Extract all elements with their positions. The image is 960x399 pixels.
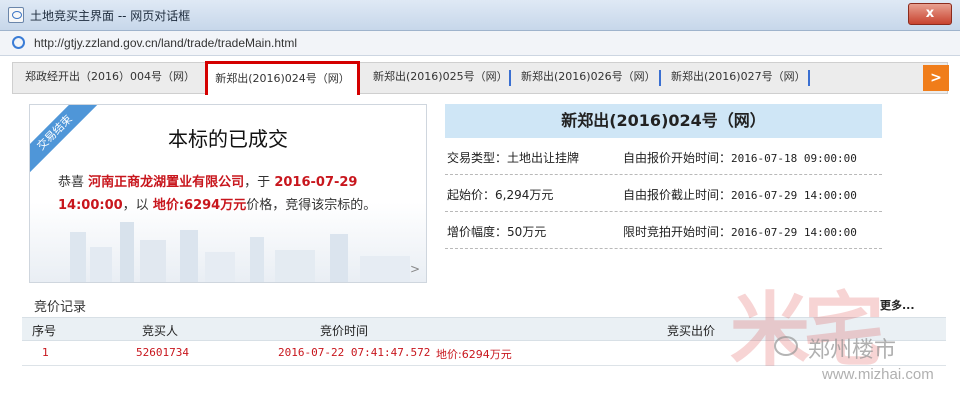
- result-panel: 交易结束 本标的已成交 恭喜 河南正商龙湖置业有限公司，于 2016-07-29…: [29, 104, 427, 283]
- dialog-title: 土地竞买主界面 -- 网页对话框: [30, 9, 191, 23]
- message-prefix: 恭喜: [58, 175, 85, 190]
- parcel-title: 新郑出(2016)024号（网）: [445, 104, 882, 138]
- field-value: 2016-07-18 09:00:00: [731, 152, 857, 165]
- bid-records-title: 竞价记录: [34, 300, 87, 315]
- tab-xinzheng-026[interactable]: 新郑出(2016)026号（网）: [521, 63, 656, 93]
- tab-xinzheng-024[interactable]: 新郑出(2016)024号（网）: [205, 61, 360, 95]
- field-value: 2016-07-29 14:00:00: [731, 189, 857, 202]
- field-value: 2016-07-29 14:00:00: [731, 226, 857, 239]
- bid-table-header: 序号 竞买人 竞价时间 竞买出价: [22, 317, 946, 341]
- col-no: 序号: [32, 324, 57, 338]
- divider: [22, 365, 946, 366]
- info-row: 增价幅度：50万元 限时竞拍开始时间：2016-07-29 14:00:00: [445, 212, 882, 249]
- field-label: 自由报价开始时间：: [623, 151, 732, 165]
- message-mid2: ，以: [122, 198, 149, 213]
- url-text[interactable]: http://gtjy.zzland.gov.cn/land/trade/tra…: [34, 36, 297, 50]
- price-increment: 增价幅度：50万元: [447, 225, 547, 239]
- tab-xinzheng-025[interactable]: 新郑出(2016)025号（网）: [373, 63, 508, 93]
- bid-bidder: 52601734: [136, 346, 189, 359]
- more-link[interactable]: 更多...: [880, 297, 915, 313]
- tab-strip: 郑政经开出（2016）004号（网） 新郑出(2016)024号（网） 新郑出(…: [12, 61, 949, 95]
- free-quote-end: 自由报价截止时间：2016-07-29 14:00:00: [623, 186, 857, 203]
- tab-xinzheng-027[interactable]: 新郑出(2016)027号（网）: [671, 63, 806, 93]
- trade-type: 交易类型：土地出让挂牌: [447, 151, 580, 165]
- next-tabs-button[interactable]: >: [923, 65, 949, 91]
- deal-price: 地价:6294万元: [152, 198, 247, 213]
- skyline-graphic: [70, 222, 410, 282]
- bid-no: 1: [42, 346, 49, 359]
- tab-zhengzhengjingkai-004[interactable]: 郑政经开出（2016）004号（网）: [25, 63, 195, 93]
- tab-divider: [808, 70, 810, 86]
- page-icon: [8, 7, 24, 23]
- timed-auction-start: 限时竞拍开始时间：2016-07-29 14:00:00: [623, 223, 857, 240]
- col-bid-price: 竞买出价: [667, 324, 716, 338]
- result-message: 恭喜 河南正商龙湖置业有限公司，于 2016-07-29 14:00:00，以 …: [58, 171, 403, 217]
- bid-time: 2016-07-22 07:41:47.572: [278, 346, 431, 359]
- col-bid-time: 竞价时间: [320, 324, 369, 338]
- info-row: 交易类型：土地出让挂牌 自由报价开始时间：2016-07-18 09:00:00: [445, 138, 882, 175]
- winner-company: 河南正商龙湖置业有限公司: [88, 175, 245, 190]
- message-suffix: 价格，竞得该宗标的。: [246, 198, 377, 213]
- free-quote-start: 自由报价开始时间：2016-07-18 09:00:00: [623, 149, 857, 166]
- chevron-right-icon[interactable]: >: [410, 262, 420, 276]
- tab-divider: [509, 70, 511, 86]
- address-bar: http://gtjy.zzland.gov.cn/land/trade/tra…: [0, 31, 960, 56]
- starting-price: 起始价：6,294万元: [447, 188, 554, 202]
- field-label: 自由报价截止时间：: [623, 188, 732, 202]
- tab-divider: [659, 70, 661, 86]
- field-label: 限时竞拍开始时间：: [623, 225, 732, 239]
- parcel-info: 新郑出(2016)024号（网） 交易类型：土地出让挂牌 自由报价开始时间：20…: [445, 104, 882, 249]
- table-row: 1 52601734 2016-07-22 07:41:47.572 地价:62…: [22, 342, 946, 364]
- info-row: 起始价：6,294万元 自由报价截止时间：2016-07-29 14:00:00: [445, 175, 882, 212]
- dialog-titlebar: 土地竞买主界面 -- 网页对话框 x: [0, 0, 960, 31]
- browser-icon: [12, 36, 25, 49]
- bid-price: 地价:6294万元: [436, 348, 512, 361]
- watermark-url: www.mizhai.com: [822, 366, 934, 383]
- result-title: 本标的已成交: [168, 127, 288, 151]
- close-button[interactable]: x: [908, 3, 952, 25]
- watermark: 米宅 郑州楼市 www.mizhai.com: [730, 286, 960, 396]
- col-bidder: 竞买人: [142, 324, 179, 338]
- message-mid1: ，于: [244, 175, 271, 190]
